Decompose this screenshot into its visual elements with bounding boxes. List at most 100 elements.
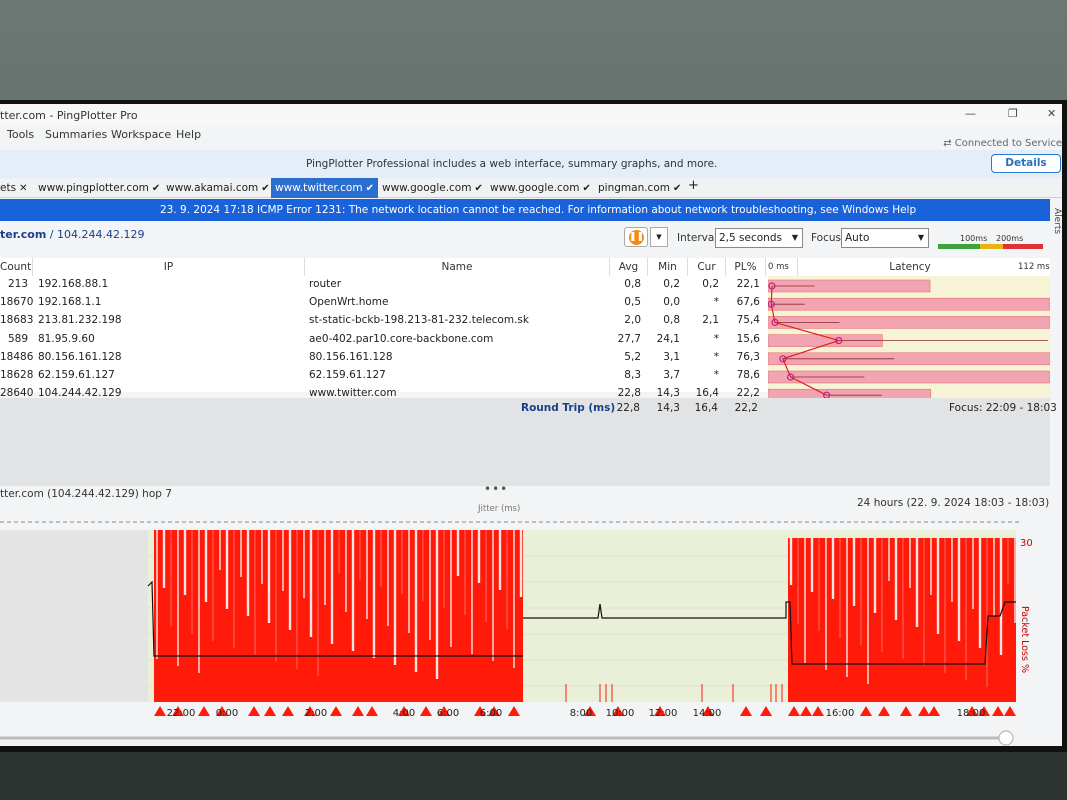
target-tabs: ets ✕ www.pingplotter.com ✔ www.akamai.com… bbox=[0, 178, 1062, 198]
col-min[interactable]: Min bbox=[648, 258, 688, 276]
time-tick-label: 16:00 bbox=[826, 708, 855, 719]
check-icon: ✔ bbox=[474, 183, 483, 194]
hop-name: ae0-402.par10.core-backbone.com bbox=[309, 332, 494, 345]
time-tick-label: 6:00 bbox=[480, 708, 502, 719]
col-pl[interactable]: PL% bbox=[726, 258, 766, 276]
time-tick-label: 8:00 bbox=[570, 708, 592, 719]
col-name[interactable]: Name bbox=[305, 258, 610, 276]
splitter-handle[interactable]: ••• bbox=[484, 482, 508, 496]
promo-message: PingPlotter Professional includes a web … bbox=[306, 158, 718, 170]
loss-marker bbox=[992, 706, 1004, 716]
table-row[interactable]: 18486 80.156.161.128 80.156.161.128 5,2 3,1 *… bbox=[0, 349, 768, 366]
check-icon: ✔ bbox=[261, 183, 270, 194]
loss-marker bbox=[330, 706, 342, 716]
timeline-scroll-thumb[interactable] bbox=[998, 730, 1014, 746]
hop-min: 24,1 bbox=[656, 332, 680, 345]
tab-item[interactable]: pingman.com ✔ bbox=[598, 180, 681, 198]
tab-label: www.twitter.com bbox=[275, 182, 363, 194]
tab-item[interactable]: ets ✕ bbox=[0, 180, 27, 198]
table-row[interactable]: 18628 62.159.61.127 62.159.61.127 8,3 3,7 * 78… bbox=[0, 367, 768, 384]
timeline-range-select[interactable]: 24 hours (22. 9. 2024 18:03 - 18:03) bbox=[857, 497, 1049, 509]
roundtrip-pl: 22,2 bbox=[734, 402, 758, 414]
tab-item[interactable]: www.pingplotter.com ✔ bbox=[38, 180, 160, 198]
tab-item[interactable]: www.google.com ✔ bbox=[382, 180, 483, 198]
tab-item[interactable]: www.google.com ✔ bbox=[490, 180, 591, 198]
table-row[interactable]: 18683 213.81.232.198 st-static-bckb-198.21… bbox=[0, 312, 768, 329]
hop-cur: * bbox=[713, 369, 719, 381]
hop-count: 589 bbox=[7, 332, 28, 345]
loss-marker bbox=[760, 706, 772, 716]
chevron-down-icon: ▼ bbox=[917, 233, 924, 242]
time-tick-label: 14:00 bbox=[693, 708, 722, 719]
loss-marker bbox=[508, 706, 520, 716]
hop-ip: 80.156.161.128 bbox=[38, 350, 122, 363]
col-latency[interactable]: Latency bbox=[870, 258, 950, 276]
loss-marker bbox=[1004, 706, 1016, 716]
loss-marker bbox=[740, 706, 752, 716]
roundtrip-label: Round Trip (ms) bbox=[521, 402, 616, 414]
col-zero-ms: 0 ms bbox=[768, 258, 798, 276]
no-data-region bbox=[0, 530, 148, 702]
table-row[interactable]: 213 192.168.88.1 router 0,8 0,2 0,2 22,1 bbox=[0, 276, 768, 293]
hop-cur: 0,2 bbox=[702, 278, 719, 290]
table-row[interactable]: 589 81.95.9.60 ae0-402.par10.core-backbone… bbox=[0, 331, 768, 348]
time-tick-label: 10:00 bbox=[606, 708, 635, 719]
time-tick-label: 22:00 bbox=[167, 708, 196, 719]
tab-item-active[interactable]: www.twitter.com ✔ bbox=[271, 178, 378, 198]
loss-marker bbox=[900, 706, 912, 716]
tab-item[interactable]: www.akamai.com ✔ bbox=[166, 180, 270, 198]
time-tick-label: 18:00 bbox=[957, 708, 986, 719]
desk-background bbox=[0, 748, 1067, 800]
interval-label: Interval bbox=[677, 232, 718, 244]
menu-help[interactable]: Help bbox=[176, 128, 201, 141]
minimize-icon[interactable]: — bbox=[965, 107, 976, 120]
interval-select[interactable]: 2,5 seconds ▼ bbox=[715, 228, 803, 248]
restore-icon[interactable]: ❐ bbox=[1008, 107, 1018, 120]
connection-status: ⇄ Connected to Service bbox=[943, 138, 1062, 149]
loss-marker bbox=[282, 706, 294, 716]
roundtrip-row: Round Trip (ms) 22,8 14,3 16,4 22,2 Focu… bbox=[0, 400, 1057, 418]
check-icon: ✔ bbox=[672, 183, 682, 194]
hop-min: 0,8 bbox=[663, 314, 680, 327]
col-count[interactable]: Count bbox=[0, 258, 33, 276]
focus-select[interactable]: Auto ▼ bbox=[841, 228, 929, 248]
loss-marker bbox=[248, 706, 260, 716]
chevron-down-icon[interactable]: ▼ bbox=[650, 227, 668, 247]
details-button[interactable]: Details bbox=[991, 154, 1061, 173]
target-host: ter.com / 104.244.42.129 bbox=[0, 228, 144, 241]
time-tick-label: 0:00 bbox=[216, 708, 238, 719]
hop-pl: 75,4 bbox=[736, 314, 760, 327]
close-icon[interactable]: ✕ bbox=[1047, 107, 1056, 120]
tab-label: www.akamai.com bbox=[166, 182, 259, 194]
loss-marker bbox=[264, 706, 276, 716]
focus-value: Auto bbox=[845, 232, 870, 244]
col-cur[interactable]: Cur bbox=[688, 258, 726, 276]
error-banner: 23. 9. 2024 17:18 ICMP Error 1231: The n… bbox=[0, 199, 1050, 221]
col-ip[interactable]: IP bbox=[33, 258, 305, 276]
close-icon[interactable]: ✕ bbox=[19, 183, 27, 194]
target-name: ter.com bbox=[0, 228, 47, 241]
hop-name: router bbox=[309, 278, 342, 290]
hop-avg: 2,0 bbox=[624, 314, 641, 327]
loss-marker bbox=[352, 706, 364, 716]
hop-min: 0,2 bbox=[663, 278, 680, 290]
hop-min: 3,1 bbox=[663, 350, 680, 363]
menu-workspace[interactable]: Workspace bbox=[111, 128, 171, 141]
hop-avg: 0,5 bbox=[624, 296, 641, 309]
hop-pl: 76,3 bbox=[736, 350, 760, 363]
menu-summaries[interactable]: Summaries bbox=[45, 128, 107, 141]
check-icon: ✔ bbox=[151, 183, 161, 194]
hop-cur: * bbox=[713, 296, 719, 309]
loss-marker bbox=[420, 706, 432, 716]
add-tab-button[interactable]: + bbox=[688, 178, 699, 196]
menu-bar: Tools Summaries Workspace Help bbox=[0, 126, 1062, 144]
hop-ip: 81.95.9.60 bbox=[38, 332, 95, 345]
col-avg[interactable]: Avg bbox=[610, 258, 648, 276]
loss-axis-max: 30 bbox=[1020, 538, 1033, 549]
pause-button[interactable]: ❚❚ bbox=[624, 227, 648, 247]
target-ip: / 104.244.42.129 bbox=[49, 228, 145, 241]
table-row[interactable]: 18670 192.168.1.1 OpenWrt.home 0,5 0,0 * 67,6 bbox=[0, 294, 768, 311]
alerts-panel-tab[interactable]: Alerts bbox=[1052, 208, 1062, 234]
menu-tools[interactable]: Tools bbox=[7, 128, 34, 141]
chevron-down-icon: ▼ bbox=[791, 233, 798, 242]
